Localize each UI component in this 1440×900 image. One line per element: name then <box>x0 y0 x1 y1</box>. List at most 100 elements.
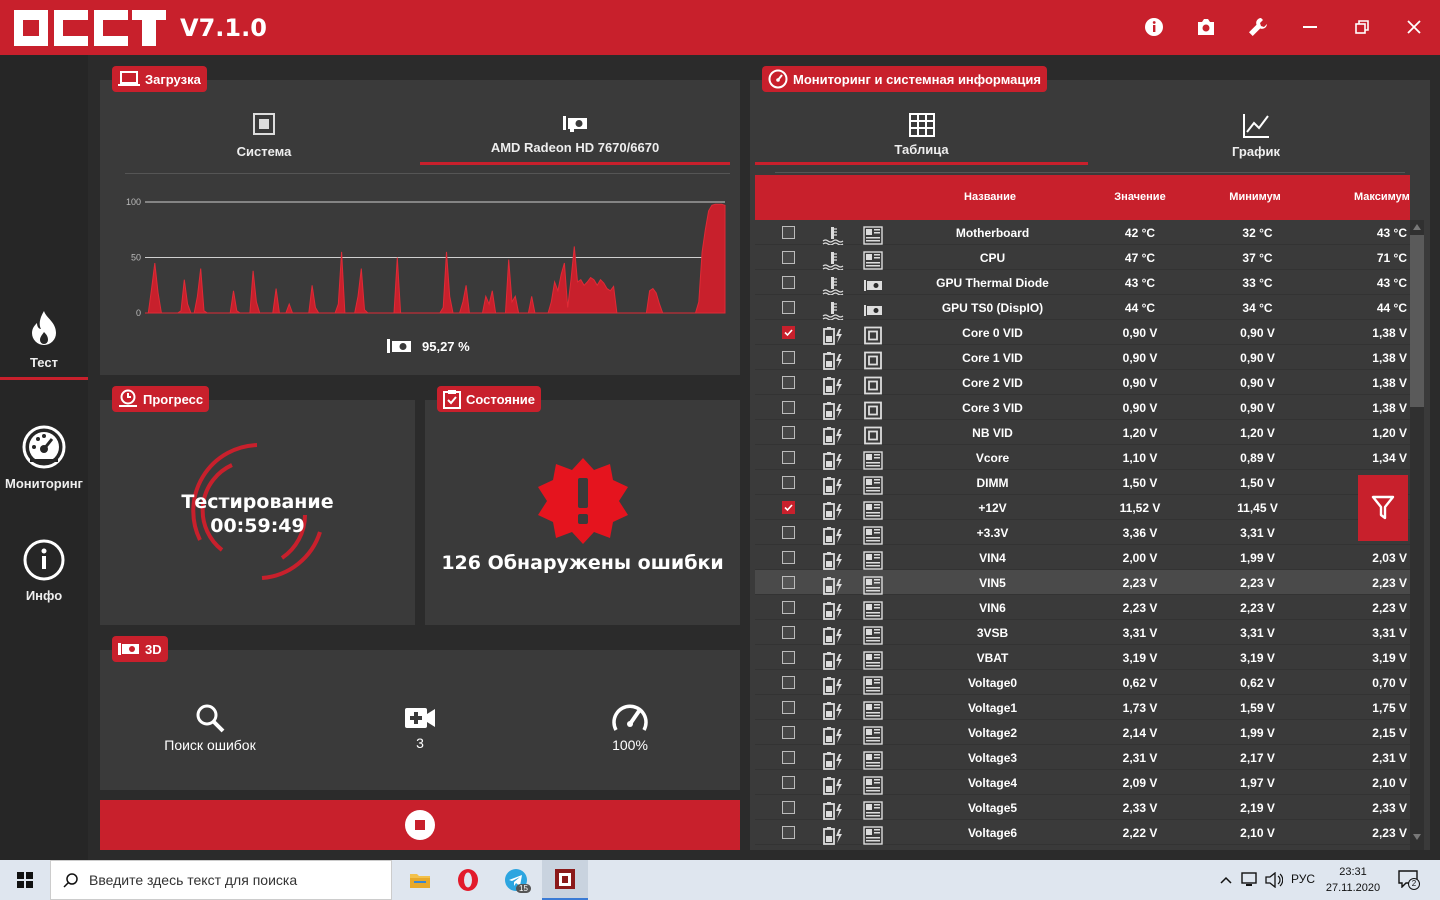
table-row[interactable]: VIN4 2,00 V 1,99 V 2,03 V <box>755 545 1410 570</box>
taskbar-explorer[interactable] <box>400 860 440 900</box>
sensor-name: Core 2 VID <box>962 376 1023 390</box>
col-name[interactable]: Название <box>915 191 1065 203</box>
progress-text: Тестирование 00:59:49 <box>100 490 415 538</box>
sensor-max: 44 °C <box>1376 301 1407 315</box>
table-row[interactable]: Voltage5 2,33 V 2,19 V 2,33 V <box>755 795 1410 820</box>
row-checkbox[interactable] <box>782 226 795 239</box>
sensor-name: CPU <box>979 251 1006 265</box>
nav-monitoring[interactable]: Мониторинг <box>0 425 88 491</box>
row-checkbox[interactable] <box>782 676 795 689</box>
row-checkbox[interactable] <box>782 626 795 639</box>
table-row[interactable]: Core 0 VID 0,90 V 0,90 V 1,38 V <box>755 320 1410 345</box>
tray-expand[interactable] <box>1216 860 1236 900</box>
table-row[interactable]: NB VID 1,20 V 1,20 V 1,20 V <box>755 420 1410 445</box>
row-checkbox[interactable] <box>782 826 795 839</box>
battery-bolt-icon <box>823 652 842 670</box>
filter-button[interactable] <box>1358 475 1408 541</box>
table-row[interactable]: +12V 11,52 V 11,45 V <box>755 495 1410 520</box>
tab-gpu[interactable]: AMD Radeon HD 7670/6670 <box>420 113 730 165</box>
motherboard-icon <box>863 601 883 620</box>
table-row[interactable]: DIMM 1,50 V 1,50 V <box>755 470 1410 495</box>
table-row[interactable]: Voltage3 2,31 V 2,17 V 2,31 V <box>755 745 1410 770</box>
tray-volume[interactable] <box>1265 871 1284 893</box>
restore-button[interactable] <box>1349 14 1375 40</box>
sensor-name: VIN6 <box>979 601 1006 615</box>
motherboard-icon <box>863 526 883 545</box>
row-checkbox[interactable] <box>782 451 795 464</box>
table-row[interactable]: Core 1 VID 0,90 V 0,90 V 1,38 V <box>755 345 1410 370</box>
nav-info[interactable]: Инфо <box>0 539 88 603</box>
tab-system[interactable]: Система <box>200 113 328 159</box>
table-row[interactable]: Core 3 VID 0,90 V 0,90 V 1,38 V <box>755 395 1410 420</box>
minimize-button[interactable] <box>1297 14 1323 40</box>
table-row[interactable]: GPU TS0 (DispIO) 44 °C 34 °C 44 °C <box>755 295 1410 321</box>
table-row[interactable]: Voltage1 1,73 V 1,59 V 1,75 V <box>755 695 1410 720</box>
row-checkbox[interactable] <box>782 376 795 389</box>
tray-language[interactable]: РУС <box>1291 872 1315 886</box>
tray-network[interactable] <box>1240 872 1258 893</box>
table-row[interactable]: Voltage6 2,22 V 2,10 V 2,23 V <box>755 820 1410 845</box>
table-row[interactable]: VBAT 3,19 V 3,19 V 3,19 V <box>755 645 1410 670</box>
error-badge-icon <box>538 458 628 544</box>
sensor-max: 43 °C <box>1376 226 1407 240</box>
table-row[interactable]: VIN5 2,23 V 2,23 V 2,23 V <box>755 570 1410 595</box>
row-checkbox[interactable] <box>782 551 795 564</box>
row-checkbox[interactable] <box>782 426 795 439</box>
row-checkbox[interactable] <box>782 651 795 664</box>
scrollbar-thumb[interactable] <box>1410 235 1424 407</box>
sensor-min: 2,23 V <box>1240 601 1275 615</box>
progress-time: 00:59:49 <box>210 515 305 537</box>
row-checkbox[interactable] <box>782 776 795 789</box>
screenshot-button[interactable] <box>1193 14 1219 40</box>
table-row[interactable]: Voltage0 0,62 V 0,62 V 0,70 V <box>755 670 1410 695</box>
table-row[interactable]: Vcore 1,10 V 0,89 V 1,34 V <box>755 445 1410 470</box>
row-checkbox[interactable] <box>782 351 795 364</box>
row-checkbox[interactable] <box>782 476 795 489</box>
table-row[interactable]: CPU 47 °C 37 °C 71 °C <box>755 245 1410 271</box>
col-value[interactable]: Значение <box>1100 191 1180 203</box>
row-checkbox[interactable] <box>782 751 795 764</box>
taskbar-telegram[interactable]: 15 <box>496 860 536 900</box>
table-row[interactable]: VIN6 2,23 V 2,23 V 2,23 V <box>755 595 1410 620</box>
row-checkbox[interactable] <box>782 576 795 589</box>
row-checkbox[interactable] <box>782 801 795 814</box>
taskbar-search[interactable]: Введите здесь текст для поиска <box>50 860 392 900</box>
sensor-name: Core 0 VID <box>962 326 1023 340</box>
3d-tag-label: 3D <box>145 641 162 657</box>
col-min[interactable]: Минимум <box>1215 191 1295 203</box>
stop-test-button[interactable] <box>100 800 740 850</box>
row-checkbox[interactable] <box>782 276 795 289</box>
row-checkbox[interactable] <box>782 251 795 264</box>
row-checkbox[interactable] <box>782 726 795 739</box>
nav-test[interactable]: Тест <box>0 310 88 380</box>
col-max[interactable]: Максимум <box>1354 191 1410 203</box>
row-checkbox[interactable] <box>782 526 795 539</box>
table-row[interactable]: +3.3V 3,36 V 3,31 V <box>755 520 1410 545</box>
table-row[interactable]: Voltage2 2,14 V 1,99 V 2,15 V <box>755 720 1410 745</box>
row-checkbox[interactable] <box>782 326 795 339</box>
close-button[interactable] <box>1401 14 1427 40</box>
table-row[interactable]: Core 2 VID 0,90 V 0,90 V 1,38 V <box>755 370 1410 395</box>
row-checkbox[interactable] <box>782 401 795 414</box>
settings-button[interactable] <box>1245 14 1271 40</box>
table-row[interactable]: Motherboard 42 °C 32 °C 43 °C <box>755 220 1410 246</box>
taskbar-occt[interactable] <box>542 860 588 900</box>
motherboard-icon <box>863 826 883 845</box>
row-checkbox[interactable] <box>782 501 795 514</box>
info-button[interactable] <box>1141 14 1167 40</box>
start-button[interactable] <box>0 860 50 900</box>
row-checkbox[interactable] <box>782 301 795 314</box>
tray-notifications[interactable]: 2 <box>1398 870 1420 893</box>
row-checkbox[interactable] <box>782 701 795 714</box>
tab-table[interactable]: Таблица <box>755 113 1088 165</box>
table-row[interactable]: Voltage4 2,09 V 1,97 V 2,10 V <box>755 770 1410 795</box>
taskbar-opera[interactable] <box>448 860 488 900</box>
sensor-name: +3.3V <box>976 526 1009 540</box>
shader-count-item: 3 <box>360 704 480 751</box>
table-row[interactable]: GPU Thermal Diode 43 °C 33 °C 43 °C <box>755 270 1410 296</box>
tab-graph[interactable]: График <box>1170 113 1342 159</box>
sensor-name: VIN5 <box>979 576 1006 590</box>
tray-clock[interactable]: 23:31 27.11.2020 <box>1322 864 1384 896</box>
table-row[interactable]: 3VSB 3,31 V 3,31 V 3,31 V <box>755 620 1410 645</box>
row-checkbox[interactable] <box>782 601 795 614</box>
